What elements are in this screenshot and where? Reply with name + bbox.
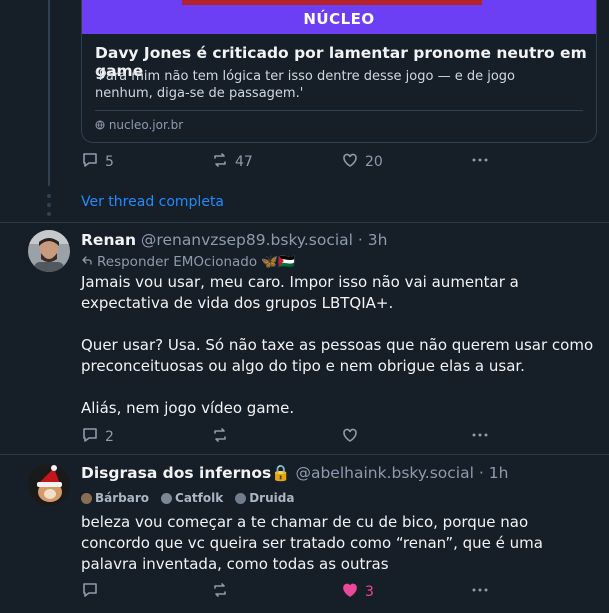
like-button[interactable]: [341, 427, 359, 447]
reply-arrow-icon: [81, 254, 93, 270]
author-name[interactable]: Renan: [81, 231, 136, 249]
repost-icon: [211, 426, 229, 448]
replying-to[interactable]: Responder EMOcionado 🦋🇵🇸: [81, 254, 295, 270]
reply-icon: [81, 581, 99, 603]
heart-icon: [341, 426, 359, 448]
reply-count: 5: [105, 154, 114, 170]
link-card[interactable]: NÚCLEO Davy Jones é criticado por lament…: [81, 0, 597, 143]
badge-label: Bárbaro: [95, 491, 150, 505]
card-domain: nucleo.jor.br: [95, 118, 183, 132]
card-domain-text: nucleo.jor.br: [108, 118, 184, 132]
reply-button[interactable]: 2: [81, 427, 114, 447]
more-button[interactable]: [471, 427, 489, 447]
badge-barbaro[interactable]: Bárbaro: [81, 491, 149, 505]
reply-count: 2: [105, 429, 114, 445]
like-button[interactable]: 3: [341, 582, 374, 602]
profile-badges: Bárbaro Catfolk Druida: [81, 491, 294, 505]
badge-catfolk[interactable]: Catfolk: [161, 491, 223, 505]
post-paragraph: Aliás, nem jogo vídeo game.: [81, 399, 295, 417]
thread-dots: [46, 194, 52, 216]
brand-logo: NÚCLEO: [303, 10, 375, 28]
badge-label: Catfolk: [175, 491, 224, 505]
post-time[interactable]: · 1h: [479, 464, 509, 482]
card-divider: [95, 110, 583, 111]
author-name[interactable]: Disgrasa dos infernos🔒: [81, 464, 291, 482]
repost-button[interactable]: [211, 582, 229, 602]
badge-icon: [161, 492, 173, 504]
post-actions: 2: [81, 427, 501, 447]
repost-button[interactable]: [211, 427, 229, 447]
see-full-thread-link[interactable]: Ver thread completa: [81, 194, 224, 210]
divider: [0, 454, 609, 455]
post-time[interactable]: · 3h: [358, 231, 388, 249]
reply-button[interactable]: 5: [81, 152, 114, 172]
parent-actions: 5 47 20: [81, 152, 501, 172]
post-header: Disgrasa dos infernos🔒 @abelhaink.bsky.s…: [81, 464, 508, 482]
more-button[interactable]: [471, 582, 489, 602]
badge-icon: [235, 492, 247, 504]
badge-label: Druida: [249, 491, 295, 505]
post-paragraph: Quer usar? Usa. Só não taxe as pessoas q…: [81, 336, 594, 375]
avatar[interactable]: [28, 464, 70, 506]
repost-icon: [211, 581, 229, 603]
post-text: beleza vou começar a te chamar de cu de …: [81, 513, 543, 573]
card-banner: NÚCLEO: [82, 0, 596, 34]
repost-icon: [211, 151, 229, 173]
like-button[interactable]: 20: [341, 152, 383, 172]
like-count: 20: [365, 154, 383, 170]
more-icon: [471, 426, 489, 448]
card-description: 'Para mim não tem lógica ter isso dentre…: [95, 69, 516, 101]
post-header: Renan @renanvzsep89.bsky.social · 3h: [81, 231, 387, 249]
more-button[interactable]: [471, 152, 489, 172]
reply-icon: [81, 151, 99, 173]
repost-button[interactable]: 47: [211, 152, 253, 172]
badge-druida[interactable]: Druida: [235, 491, 294, 505]
author-handle[interactable]: @abelhaink.bsky.social: [295, 464, 473, 482]
heart-icon: [341, 581, 359, 603]
badge-icon: [81, 492, 92, 504]
author-handle[interactable]: @renanvzsep89.bsky.social: [141, 231, 353, 249]
reply-icon: [81, 426, 99, 448]
heart-icon: [341, 151, 359, 173]
repost-count: 47: [235, 154, 253, 170]
like-count: 3: [365, 584, 374, 600]
post-paragraph: Jamais vou usar, meu caro. Impor isso nã…: [81, 273, 519, 312]
reply-button[interactable]: [81, 582, 99, 602]
more-icon: [471, 581, 489, 603]
post-actions: 3: [81, 582, 501, 602]
divider: [0, 222, 609, 223]
avatar[interactable]: [28, 230, 70, 272]
more-icon: [471, 151, 489, 173]
banner-image: [182, 0, 482, 5]
post-text: Jamais vou usar, meu caro. Impor isso nã…: [81, 272, 596, 419]
globe-icon: [95, 118, 109, 132]
replying-to-text: Responder EMOcionado 🦋🇵🇸: [97, 254, 296, 270]
thread-line: [48, 0, 50, 186]
